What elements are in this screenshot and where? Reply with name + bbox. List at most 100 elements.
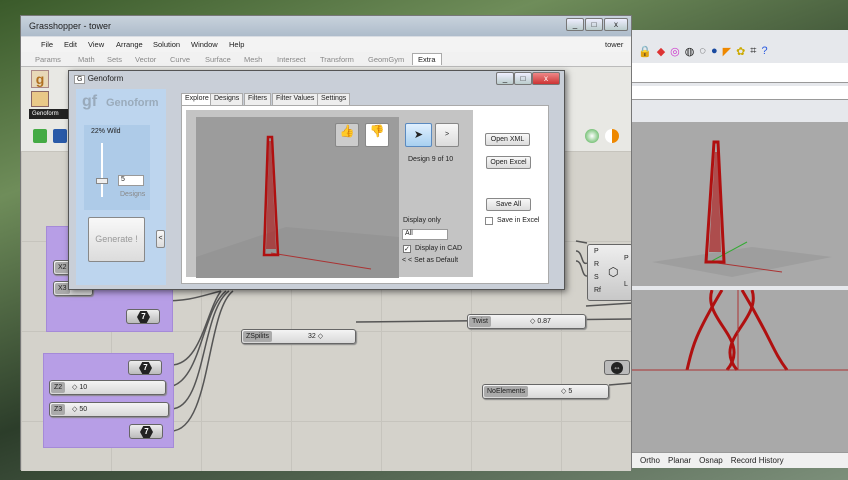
genoform-dialog: G Genoform _ □ x gf Genoform 22% Wild 5 … — [68, 70, 565, 290]
tab-surface[interactable]: Surface — [205, 55, 231, 64]
front-viewport[interactable] — [632, 289, 848, 452]
rhino-window: 🔒 ◆ ◎ ◍ ◌ ● ◤ ✿ ⌗? Ortho Planar Osnap Record His… — [632, 30, 848, 468]
genoform-side-panel: gf Genoform 22% Wild 5 Designs Generate … — [76, 89, 166, 285]
menu-view[interactable]: View — [88, 40, 104, 49]
select-design-button[interactable]: ➤ — [405, 123, 432, 147]
close-button[interactable]: x — [604, 18, 628, 31]
menu-arrange[interactable]: Arrange — [116, 40, 143, 49]
relay-component[interactable]: ⇔ — [604, 360, 630, 375]
menu-bar: File Edit View Arrange Solution Window H… — [21, 37, 631, 52]
menu-file[interactable]: File — [41, 40, 53, 49]
arrows-icon: ⇔ — [611, 362, 623, 374]
generate-button[interactable]: Generate ! — [88, 217, 145, 262]
genoform-app-icon: G — [74, 75, 86, 84]
tab-transform[interactable]: Transform — [320, 55, 354, 64]
genoform-logo: Genoform — [106, 97, 159, 109]
wildness-slider-thumb[interactable] — [96, 178, 108, 184]
thumbs-down-icon: 👎 — [369, 124, 385, 138]
save-in-excel-checkbox[interactable] — [485, 217, 493, 225]
display-in-cad-checkbox[interactable]: ✓ — [403, 245, 411, 253]
title-bar: Grasshopper - tower _ □ x — [21, 16, 631, 36]
number-panel[interactable]: 7 — [126, 309, 160, 324]
number-panel[interactable]: 7 — [129, 424, 163, 439]
dialog-maximize-button[interactable]: □ — [514, 72, 532, 85]
record-history-toggle[interactable]: Record History — [731, 456, 784, 465]
menu-help[interactable]: Help — [229, 40, 244, 49]
front-tower — [632, 289, 848, 371]
menu-edit[interactable]: Edit — [64, 40, 77, 49]
thumbs-up-button[interactable]: 👍 — [335, 123, 359, 147]
explore-panel: 👍 👎 ➤ > Design 9 of 10 Display only All … — [181, 105, 549, 284]
number-panel[interactable]: 7 — [128, 360, 162, 375]
collapse-button[interactable]: < — [156, 230, 165, 248]
designs-count-input[interactable]: 5 — [118, 175, 144, 186]
wireframe-icon[interactable]: ◍ — [685, 45, 695, 58]
wildness-slider[interactable] — [101, 143, 103, 197]
save-file-icon[interactable] — [53, 129, 67, 143]
design-status: Design 9 of 10 — [408, 156, 454, 163]
z3-slider[interactable]: Z3 ◇ 50 — [49, 402, 169, 417]
display-only-label: Display only — [403, 217, 441, 224]
command-history — [632, 63, 848, 83]
perspective-viewport[interactable] — [632, 122, 848, 286]
genoform-icon[interactable]: g — [31, 70, 49, 88]
set-default-link[interactable]: < < Set as Default — [402, 257, 458, 264]
cursor-icon: ➤ — [413, 129, 424, 141]
open-xml-button[interactable]: Open XML — [485, 133, 530, 146]
display-only-select[interactable]: All — [402, 229, 448, 240]
noelements-slider[interactable]: NoElements ◇ 5 — [482, 384, 609, 399]
color-wheel-icon[interactable]: ◎ — [670, 45, 680, 58]
preview-icon[interactable] — [585, 129, 599, 143]
designs-label: Designs — [120, 191, 146, 198]
grid-icon[interactable]: ⌗ — [750, 45, 756, 58]
tab-vector[interactable]: Vector — [135, 55, 156, 64]
document-name: tower — [605, 40, 624, 49]
render-sphere-icon[interactable]: ● — [711, 45, 718, 57]
status-bar: Ortho Planar Osnap Record History — [632, 452, 848, 468]
display-in-cad-label: Display in CAD — [415, 245, 463, 252]
rhino-toolbar: 🔒 ◆ ◎ ◍ ◌ ● ◤ ✿ ⌗? — [638, 42, 828, 60]
tab-math[interactable]: Math — [78, 55, 95, 64]
osnap-toggle[interactable]: Osnap — [699, 456, 723, 465]
maximize-button[interactable]: □ — [585, 18, 603, 31]
minimize-button[interactable]: _ — [566, 18, 584, 31]
tab-extra[interactable]: Extra — [412, 53, 442, 65]
tab-geomgym[interactable]: GeomGym — [368, 55, 404, 64]
planar-toggle[interactable]: Planar — [668, 456, 691, 465]
ghosted-icon[interactable]: ◌ — [699, 45, 706, 57]
tab-mesh[interactable]: Mesh — [244, 55, 262, 64]
tab-intersect[interactable]: Intersect — [277, 55, 306, 64]
zsplits-slider[interactable]: ZSpilits 32 ◇ — [241, 329, 356, 344]
polygon-icon: ⬡ — [608, 265, 619, 279]
help-icon[interactable]: ? — [761, 45, 767, 57]
open-file-icon[interactable] — [33, 129, 47, 143]
settings-icon[interactable]: ✿ — [736, 45, 745, 58]
shaded-icon[interactable] — [605, 129, 619, 143]
command-input[interactable] — [632, 86, 848, 100]
open-excel-button[interactable]: Open Excel — [486, 156, 531, 169]
dialog-close-button[interactable]: x — [532, 72, 560, 85]
window-title: Grasshopper - tower — [29, 21, 112, 31]
dialog-minimize-button[interactable]: _ — [496, 72, 514, 85]
polygon-component[interactable]: P R S Rf ⬡ P L — [587, 244, 631, 301]
tab-sets[interactable]: Sets — [107, 55, 122, 64]
tab-curve[interactable]: Curve — [170, 55, 190, 64]
twist-slider[interactable]: Twist ◇ 0.87 — [467, 314, 586, 329]
surface-icon[interactable]: ◆ — [657, 45, 665, 58]
thumbs-down-button[interactable]: 👎 — [365, 123, 389, 147]
menu-window[interactable]: Window — [191, 40, 218, 49]
thumbs-up-icon: 👍 — [339, 124, 355, 138]
save-all-button[interactable]: Save All — [486, 198, 531, 211]
wildness-label: 22% Wild — [91, 128, 121, 135]
dialog-title: G Genoform — [74, 74, 123, 84]
tab-params[interactable]: Params — [35, 55, 61, 64]
menu-solution[interactable]: Solution — [153, 40, 180, 49]
toolbar-group-label: Genoform — [29, 109, 69, 119]
z2-slider[interactable]: Z2 ◇ 10 — [49, 380, 166, 395]
download-icon[interactable] — [31, 91, 49, 107]
light-icon[interactable]: ◤ — [723, 45, 731, 58]
number-value: 7 — [137, 311, 150, 323]
ortho-toggle[interactable]: Ortho — [640, 456, 660, 465]
lock-icon[interactable]: 🔒 — [638, 45, 652, 58]
next-design-button[interactable]: > — [435, 123, 459, 147]
